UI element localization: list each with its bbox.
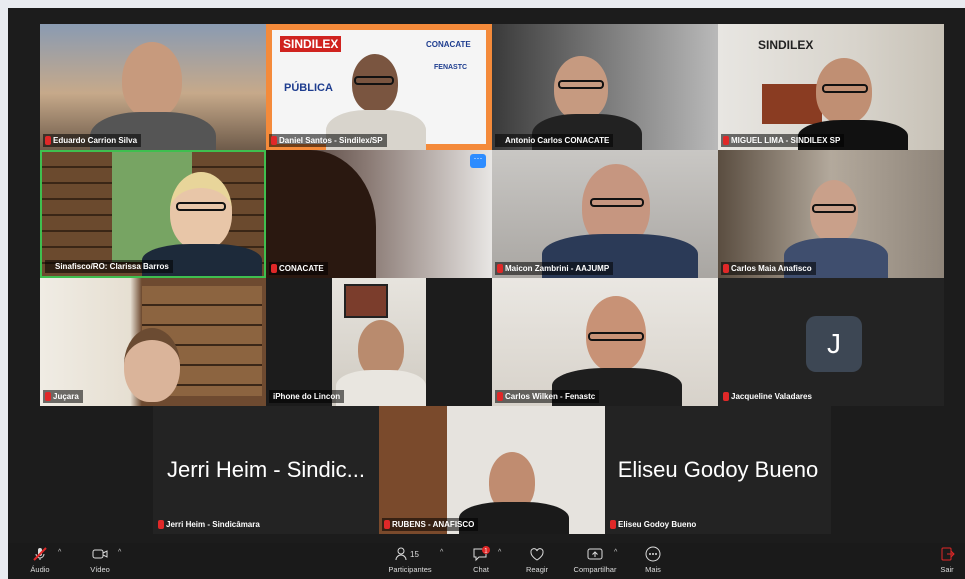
mic-muted-icon <box>45 392 51 401</box>
video-tile-no-video[interactable]: Eliseu Godoy Bueno Eliseu Godoy Bueno <box>605 406 831 534</box>
more-label: Mais <box>645 565 661 574</box>
video-label: Vídeo <box>90 565 110 574</box>
mic-muted-icon <box>610 520 616 529</box>
mic-muted-icon <box>384 520 390 529</box>
participants-options-caret-icon[interactable]: ^ <box>440 549 443 556</box>
video-tile-no-video[interactable]: J Jacqueline Valadares <box>718 278 944 406</box>
share-screen-icon <box>587 548 603 560</box>
participant-name-label: RUBENS - ANAFISCO <box>382 518 479 531</box>
participant-name-label: iPhone do Lincon <box>269 390 345 403</box>
fenastc-logo: FENASTC <box>434 64 468 71</box>
participant-name-label: Maicon Zambrini - AAJUMP <box>495 262 614 275</box>
participants-label: Participantes <box>388 565 432 574</box>
share-options-caret-icon[interactable]: ^ <box>614 549 617 556</box>
video-tile[interactable]: SINDILEX MIGUEL LIMA - SINDILEX SP <box>718 24 944 150</box>
video-tile[interactable]: Antonio Carlos CONACATE <box>492 24 718 150</box>
video-tile-no-video[interactable]: Jerri Heim - Sindic... Jerri Heim - Sind… <box>153 406 379 534</box>
video-tile[interactable]: ··· CONACATE <box>266 150 492 278</box>
chat-icon: 1 <box>473 546 490 562</box>
participant-display-name: Eliseu Godoy Bueno <box>617 457 819 482</box>
participant-name-label: Carlos Maia Anafisco <box>721 262 816 275</box>
participant-name-label: Juçara <box>43 390 83 403</box>
audio-label: Áudio <box>30 565 50 574</box>
video-tile[interactable]: Carlos Wilken - Fenastc <box>492 278 718 406</box>
participant-name-label: Jacqueline Valadares <box>721 390 816 403</box>
more-button[interactable]: Mais <box>640 546 666 574</box>
participants-icon: 15 <box>395 547 419 561</box>
participant-avatar: J <box>806 316 862 372</box>
participant-display-name: Jerri Heim - Sindic... <box>166 457 366 482</box>
leave-icon <box>941 547 955 561</box>
meeting-toolbar: Áudio ^ Vídeo ^ 15 Participantes ^ 1 Cha… <box>8 543 965 579</box>
chat-options-caret-icon[interactable]: ^ <box>498 549 501 556</box>
sindilex-logo: SINDILEX <box>280 36 342 52</box>
video-button[interactable]: Vídeo <box>86 546 114 574</box>
video-tile[interactable]: Eduardo Carrion Silva <box>40 24 266 150</box>
participant-name-label: Daniel Santos - Sindilex/SP <box>269 134 387 147</box>
video-tile[interactable]: RUBENS - ANAFISCO <box>379 406 605 534</box>
mic-muted-icon <box>33 547 47 561</box>
video-tile-active-speaker[interactable]: Sinafisco/RO: Clarissa Barros <box>40 150 266 278</box>
share-label: Compartilhar <box>573 565 617 574</box>
mic-muted-icon <box>497 392 503 401</box>
video-tile[interactable]: SINDILEX CONACATE FENASTC PÚBLICA Daniel… <box>266 24 492 150</box>
participant-name-label: Antonio Carlos CONACATE <box>495 134 614 147</box>
publica-logo: PÚBLICA <box>284 82 333 94</box>
mic-muted-icon <box>45 136 51 145</box>
participant-name-label: Sinafisco/RO: Clarissa Barros <box>45 260 173 273</box>
chat-label: Chat <box>473 565 489 574</box>
chat-button[interactable]: 1 Chat <box>466 546 496 574</box>
video-camera-icon <box>92 549 108 559</box>
participants-button[interactable]: 15 Participantes <box>382 546 438 574</box>
mic-muted-icon <box>723 264 729 273</box>
more-options-icon[interactable]: ··· <box>470 154 486 168</box>
participant-name-label: MIGUEL LIMA - SINDILEX SP <box>721 134 845 147</box>
conacate-logo: CONACATE <box>426 40 471 49</box>
video-tile[interactable]: Maicon Zambrini - AAJUMP <box>492 150 718 278</box>
participant-name-label: CONACATE <box>269 262 328 275</box>
mic-muted-icon <box>271 264 277 273</box>
video-options-caret-icon[interactable]: ^ <box>118 549 121 556</box>
audio-button[interactable]: Áudio <box>26 546 54 574</box>
svg-text:15: 15 <box>410 550 419 559</box>
more-icon <box>645 546 661 562</box>
leave-label: Sair <box>940 565 954 574</box>
participant-name-label: Eduardo Carrion Silva <box>43 134 142 147</box>
mic-muted-icon <box>497 264 503 273</box>
react-button[interactable]: Reagir <box>520 546 554 574</box>
audio-options-caret-icon[interactable]: ^ <box>58 549 61 556</box>
video-tile[interactable]: Carlos Maia Anafisco <box>718 150 944 278</box>
mic-muted-icon <box>158 520 164 529</box>
sindilex-wall-logo: SINDILEX <box>758 38 814 52</box>
mic-muted-icon <box>271 136 277 145</box>
participant-name-label: Carlos Wilken - Fenastc <box>495 390 600 403</box>
mic-muted-icon <box>723 136 729 145</box>
participant-name-label: Eliseu Godoy Bueno <box>608 518 700 531</box>
react-label: Reagir <box>525 565 549 574</box>
participant-name-label: Jerri Heim - Sindicâmara <box>156 518 264 531</box>
leave-button[interactable]: Sair <box>934 546 960 574</box>
video-tile[interactable]: Juçara <box>40 278 266 406</box>
mic-muted-icon <box>723 392 729 401</box>
zoom-meeting-window: Eduardo Carrion Silva SINDILEX CONACATE … <box>8 8 965 579</box>
heart-icon <box>530 548 544 561</box>
video-tile[interactable]: iPhone do Lincon <box>266 278 492 406</box>
